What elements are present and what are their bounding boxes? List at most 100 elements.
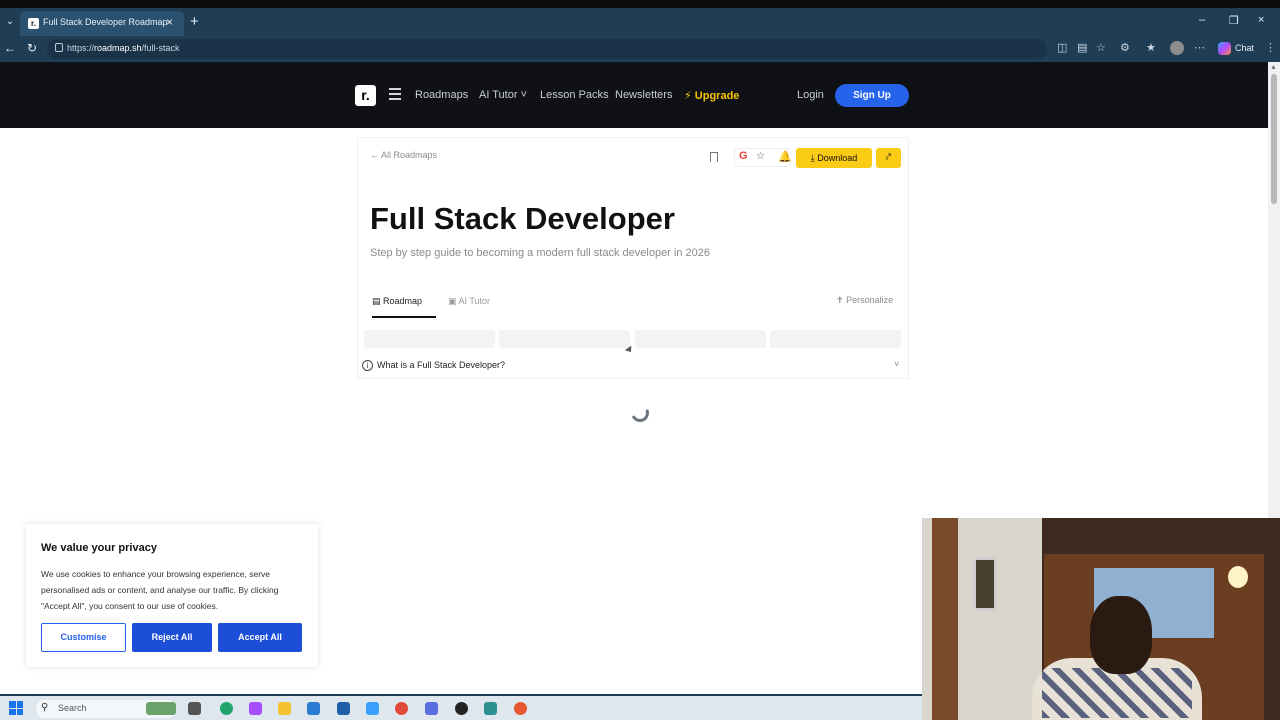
cookie-title: We value your privacy: [41, 542, 157, 554]
roadmap-logo[interactable]: r.: [355, 85, 376, 106]
lock-icon: [55, 43, 63, 52]
copilot-app-icon[interactable]: [249, 702, 262, 715]
bookmark-icon[interactable]: [710, 152, 718, 162]
tab-roadmap[interactable]: ▤ Roadmap: [372, 296, 436, 318]
reading-view-icon[interactable]: ▤: [1077, 41, 1087, 54]
favorites-icon[interactable]: ★: [1146, 41, 1156, 54]
download-icon: ⤓: [810, 153, 815, 163]
close-window-icon[interactable]: ×: [1258, 14, 1264, 26]
split-screen-icon[interactable]: ◫: [1057, 41, 1067, 54]
faq-question: What is a Full Stack Developer?: [377, 360, 506, 370]
favicon-icon: r.: [28, 18, 39, 29]
reject-all-button[interactable]: Reject All: [132, 623, 212, 652]
app-icon[interactable]: [366, 702, 379, 715]
browser-tabbar: ⌄ r. Full Stack Developer Roadmap × + – …: [0, 8, 1280, 36]
info-icon: i: [362, 360, 373, 371]
site-header: r. Roadmaps AI Tutor ˅ Lesson Packs News…: [0, 62, 1268, 128]
tab-actions-icon[interactable]: ⌄: [2, 14, 18, 30]
app-icon[interactable]: [484, 702, 497, 715]
all-roadmaps-label: All Roadmaps: [381, 150, 438, 160]
chrome-icon[interactable]: [514, 702, 527, 715]
maximize-icon[interactable]: ❐: [1229, 14, 1239, 27]
mail-icon[interactable]: [307, 702, 320, 715]
tab-ai-tutor[interactable]: ▣ AI Tutor: [448, 296, 490, 307]
map-icon: ▤: [372, 296, 381, 306]
signup-button[interactable]: Sign Up: [835, 84, 909, 107]
page-title: Full Stack Developer: [370, 201, 675, 236]
upgrade-label: Upgrade: [694, 90, 740, 102]
nav-newsletters[interactable]: Newsletters: [615, 89, 672, 101]
scroll-up-icon[interactable]: ▲: [1270, 64, 1277, 71]
url-prefix: https://: [67, 43, 95, 53]
loading-skeleton-row: [364, 330, 902, 348]
skeleton-block: [635, 330, 766, 348]
star-icon[interactable]: ☆: [756, 151, 765, 162]
loading-spinner: [628, 401, 652, 425]
all-roadmaps-link[interactable]: ← All Roadmaps: [370, 150, 437, 160]
personalize-button[interactable]: ✝ Personalize: [836, 295, 893, 306]
nav-ai-tutor-label: AI Tutor: [479, 89, 518, 101]
top-strip: [0, 0, 1280, 8]
favorite-star-icon[interactable]: ☆: [1096, 41, 1106, 54]
url-path: /full-stack: [141, 43, 180, 53]
windows-taskbar: ⚲ Search: [0, 694, 922, 720]
accept-all-button[interactable]: Accept All: [218, 623, 302, 652]
tab-roadmap-label: Roadmap: [383, 296, 423, 306]
tab-close-icon[interactable]: ×: [166, 15, 173, 29]
tab-title: Full Stack Developer Roadmap: [43, 17, 168, 27]
cookie-text: We use cookies to enhance your browsing …: [41, 569, 279, 611]
widgets-icon[interactable]: [146, 702, 176, 715]
chevron-down-icon: ˅: [520, 89, 528, 101]
scroll-thumb[interactable]: [1271, 74, 1277, 204]
tab-ai-tutor-label: AI Tutor: [458, 296, 491, 306]
cookie-consent-banner: We value your privacy We use cookies to …: [26, 524, 318, 667]
customise-button[interactable]: Customise: [41, 623, 126, 652]
browser-tab-active[interactable]: r. Full Stack Developer Roadmap ×: [20, 11, 184, 36]
copilot-chat-button[interactable]: Chat: [1215, 40, 1260, 57]
share-button[interactable]: ⤤: [876, 148, 901, 168]
obs-icon[interactable]: [455, 702, 468, 715]
chevron-down-icon: ˅: [894, 359, 900, 369]
taskbar-search-placeholder: Search: [58, 703, 87, 713]
share-icon: ⤤: [885, 152, 892, 163]
new-tab-icon[interactable]: +: [190, 13, 199, 30]
hamburger-menu-icon[interactable]: [389, 88, 401, 103]
url-field[interactable]: https://roadmap.sh/full-stack: [47, 39, 1047, 59]
webcam-overlay: [922, 518, 1280, 720]
task-view-icon[interactable]: [188, 702, 201, 715]
chrome-icon[interactable]: [395, 702, 408, 715]
extensions-icon[interactable]: ⚙: [1120, 41, 1130, 54]
tutor-icon: ▣: [448, 296, 457, 306]
edge-icon[interactable]: [220, 702, 233, 715]
nav-lesson-packs[interactable]: Lesson Packs: [540, 89, 608, 101]
login-link[interactable]: Login: [797, 89, 824, 101]
skeleton-block: [364, 330, 495, 348]
profile-avatar[interactable]: [1170, 41, 1184, 55]
nav-roadmaps[interactable]: Roadmaps: [415, 89, 468, 101]
arrow-left-icon: ←: [370, 150, 379, 160]
page-subtitle: Step by step guide to becoming a modern …: [370, 247, 710, 259]
lightning-icon: ⚡: [684, 90, 692, 102]
address-bar-row: ← ↻ https://roadmap.sh/full-stack ◫ ▤ ☆ …: [0, 36, 1280, 62]
more-menu-icon[interactable]: ⋯: [1194, 41, 1205, 54]
nav-ai-tutor[interactable]: AI Tutor ˅: [479, 89, 527, 101]
sidebar-toggle-icon[interactable]: ⋮: [1265, 41, 1276, 54]
upgrade-link[interactable]: ⚡ Upgrade: [684, 89, 739, 102]
settings-icon[interactable]: [425, 702, 438, 715]
refresh-icon[interactable]: ↻: [27, 41, 37, 55]
store-icon[interactable]: [337, 702, 350, 715]
person-icon: ✝: [836, 295, 844, 305]
back-icon[interactable]: ←: [4, 41, 16, 55]
google-icon[interactable]: G: [739, 150, 748, 162]
copilot-icon: [1218, 42, 1231, 55]
download-button[interactable]: ⤓ Download: [796, 148, 872, 168]
minimize-icon[interactable]: –: [1199, 14, 1205, 26]
url-host: roadmap.sh: [94, 43, 142, 53]
windows-start-icon[interactable]: [9, 701, 23, 715]
file-explorer-icon[interactable]: [278, 702, 291, 715]
faq-accordion[interactable]: i What is a Full Stack Developer? ˅: [362, 359, 906, 373]
skeleton-block: [499, 330, 630, 348]
search-icon: ⚲: [41, 702, 49, 713]
skeleton-block: [770, 330, 901, 348]
bell-icon[interactable]: 🔔: [778, 150, 792, 163]
